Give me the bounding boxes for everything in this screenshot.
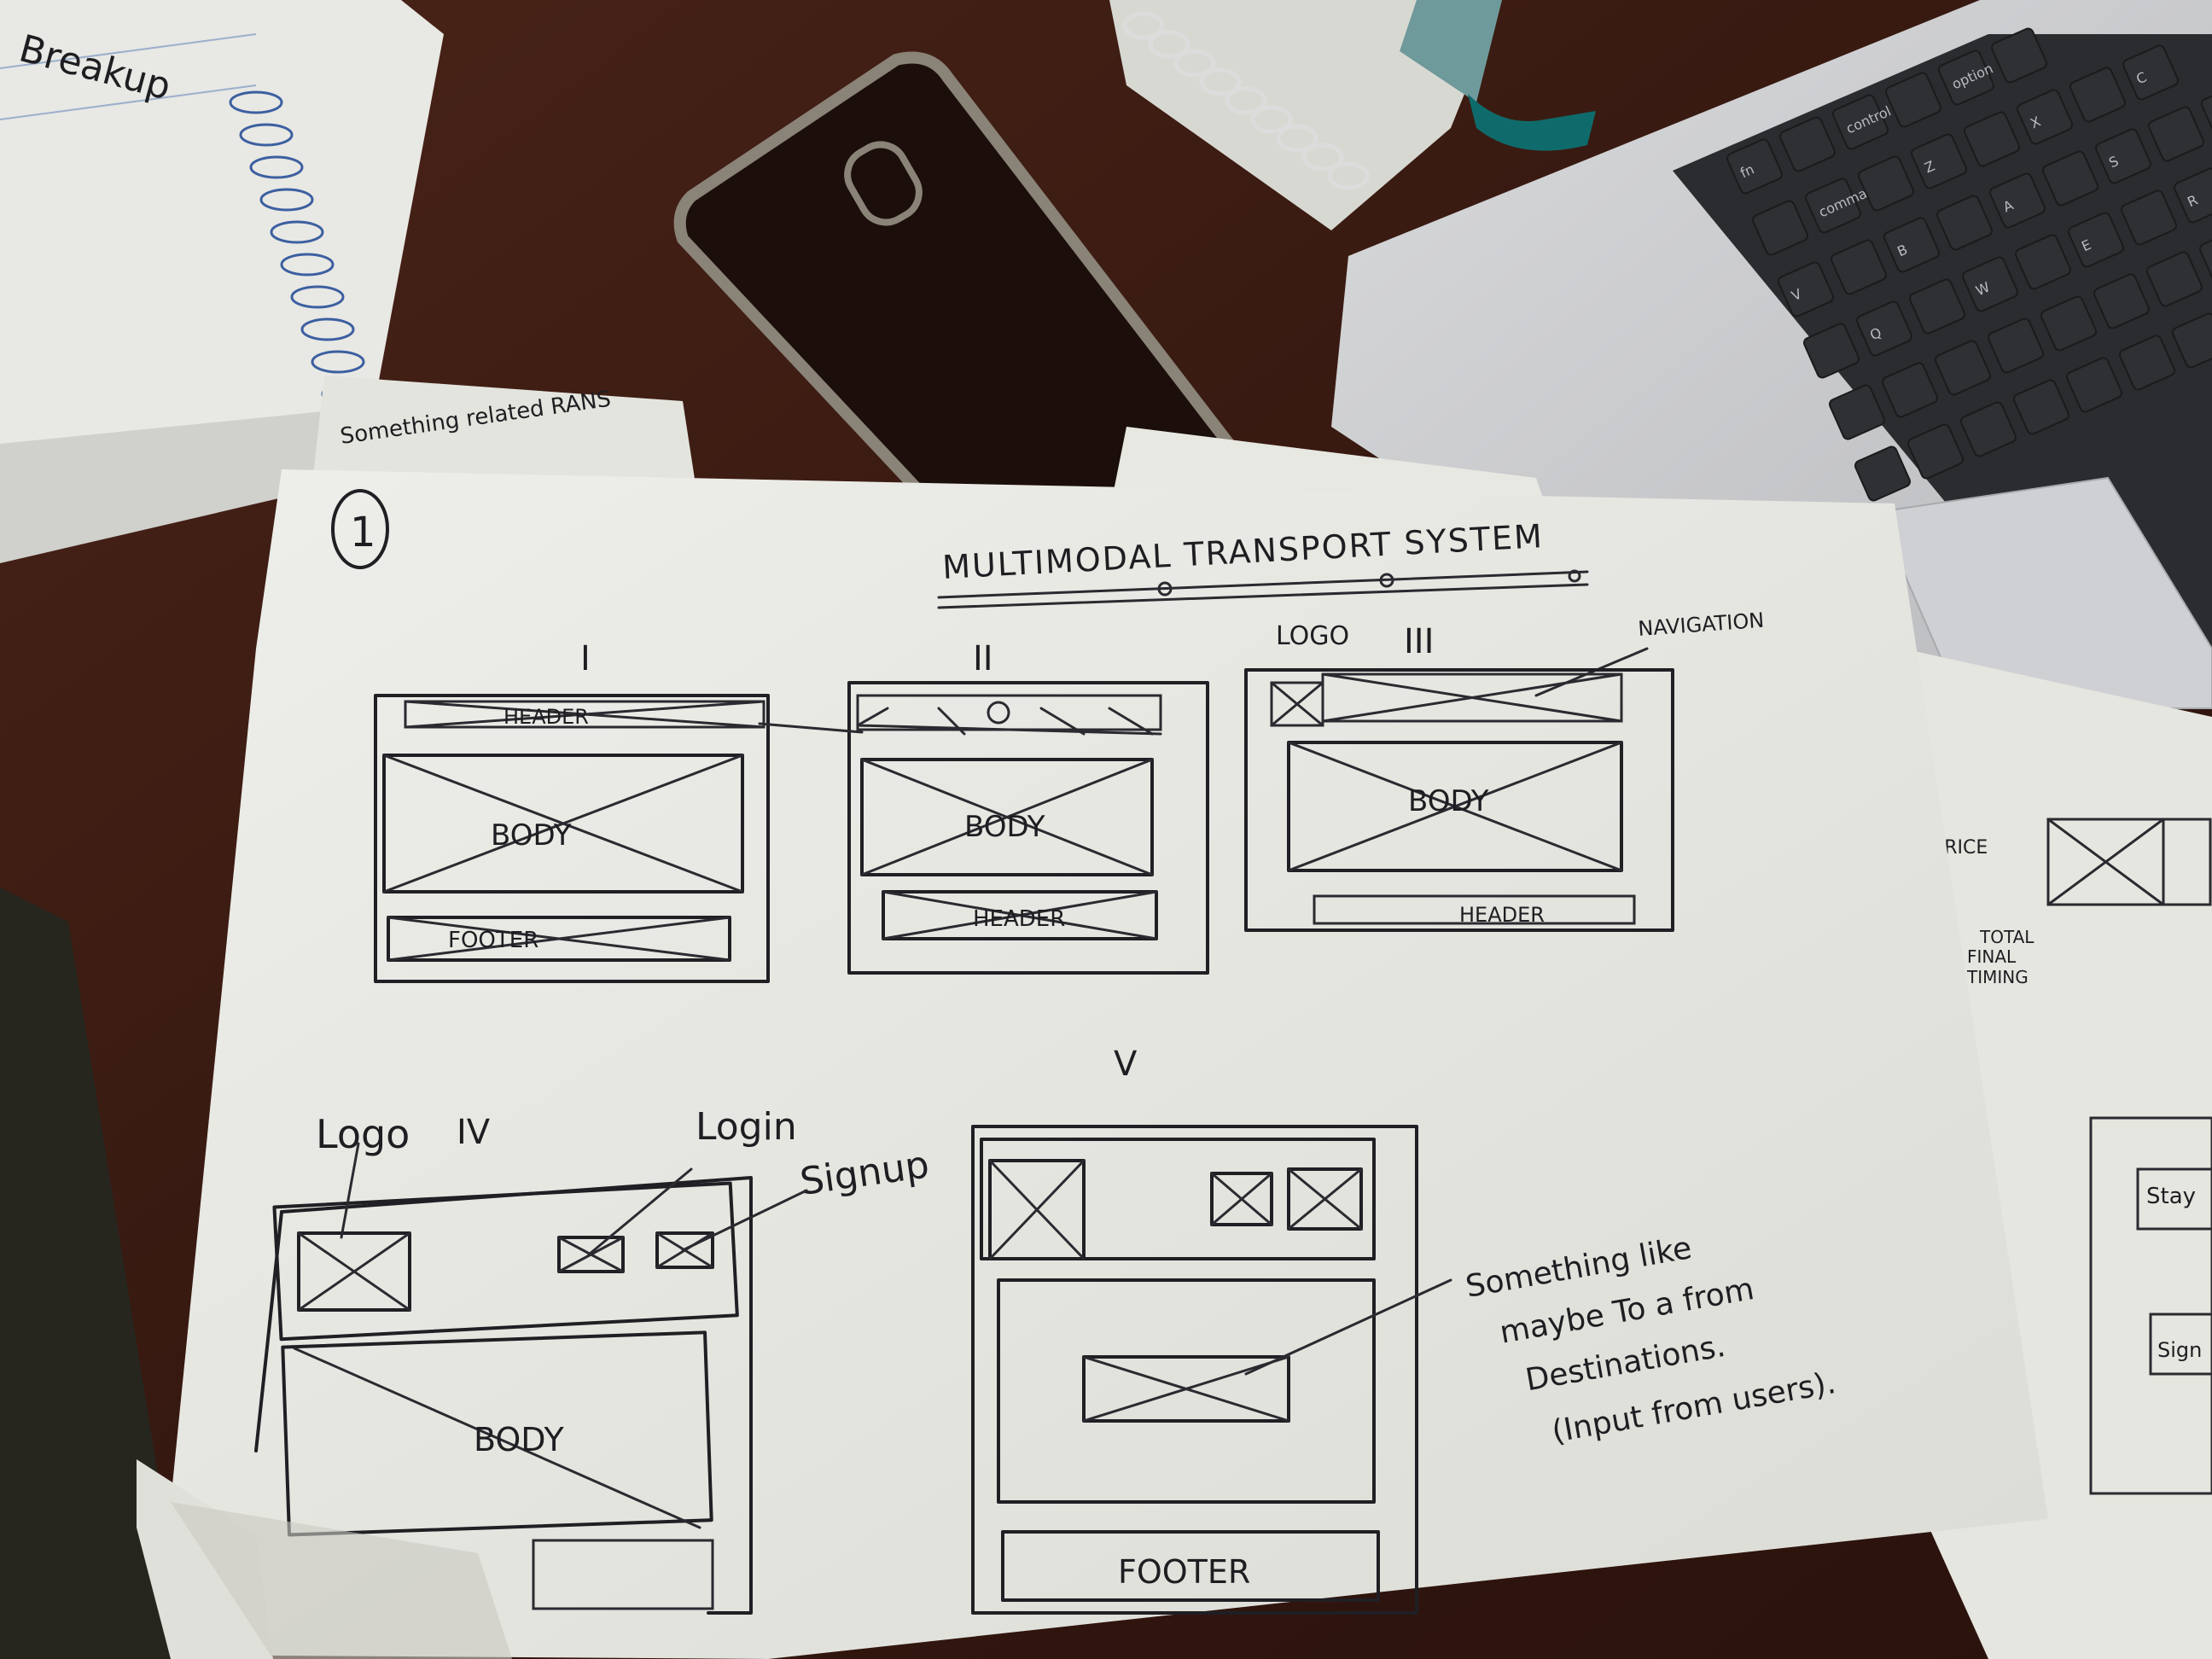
wireframe-five-footer: FOOTER [1118, 1553, 1250, 1591]
sketch-paper [137, 469, 2048, 1659]
wireframe-five-numeral: V [1114, 1045, 1138, 1084]
wireframe-four-body: BODY [474, 1421, 564, 1458]
wireframe-two-footer: HEADER [973, 906, 1065, 932]
wireframe-three-footer: HEADER [1459, 903, 1545, 927]
wireframe-one-footer: FOOTER [448, 928, 538, 953]
right-label-final: FINAL [1967, 946, 2017, 967]
wireframe-two-body: BODY [964, 810, 1045, 844]
right-label-total: TOTAL [1979, 927, 2034, 947]
wireframe-one-header: HEADER [504, 705, 589, 729]
page-number: 1 [350, 509, 376, 556]
right-label-sign: Sign [2157, 1338, 2202, 1362]
right-label-timing: TIMING [1966, 967, 2029, 987]
right-label-stay: Stay [2146, 1184, 2196, 1209]
wireframe-two-numeral: II [973, 639, 993, 678]
wireframe-four-login: Login [696, 1105, 797, 1149]
wireframe-one-body: BODY [491, 818, 572, 853]
wireframe-four-numeral: IV [457, 1113, 491, 1152]
wireframe-three-body: BODY [1408, 784, 1489, 818]
wireframe-three-numeral: III [1404, 622, 1434, 661]
wireframe-four-logo: Logo [316, 1111, 410, 1157]
wireframe-three-logo: LOGO [1276, 621, 1349, 651]
photo-scene: fncontroloptioncommandZXCVBASDQWER Break… [0, 0, 2212, 1659]
wireframe-one-numeral: I [580, 639, 591, 678]
